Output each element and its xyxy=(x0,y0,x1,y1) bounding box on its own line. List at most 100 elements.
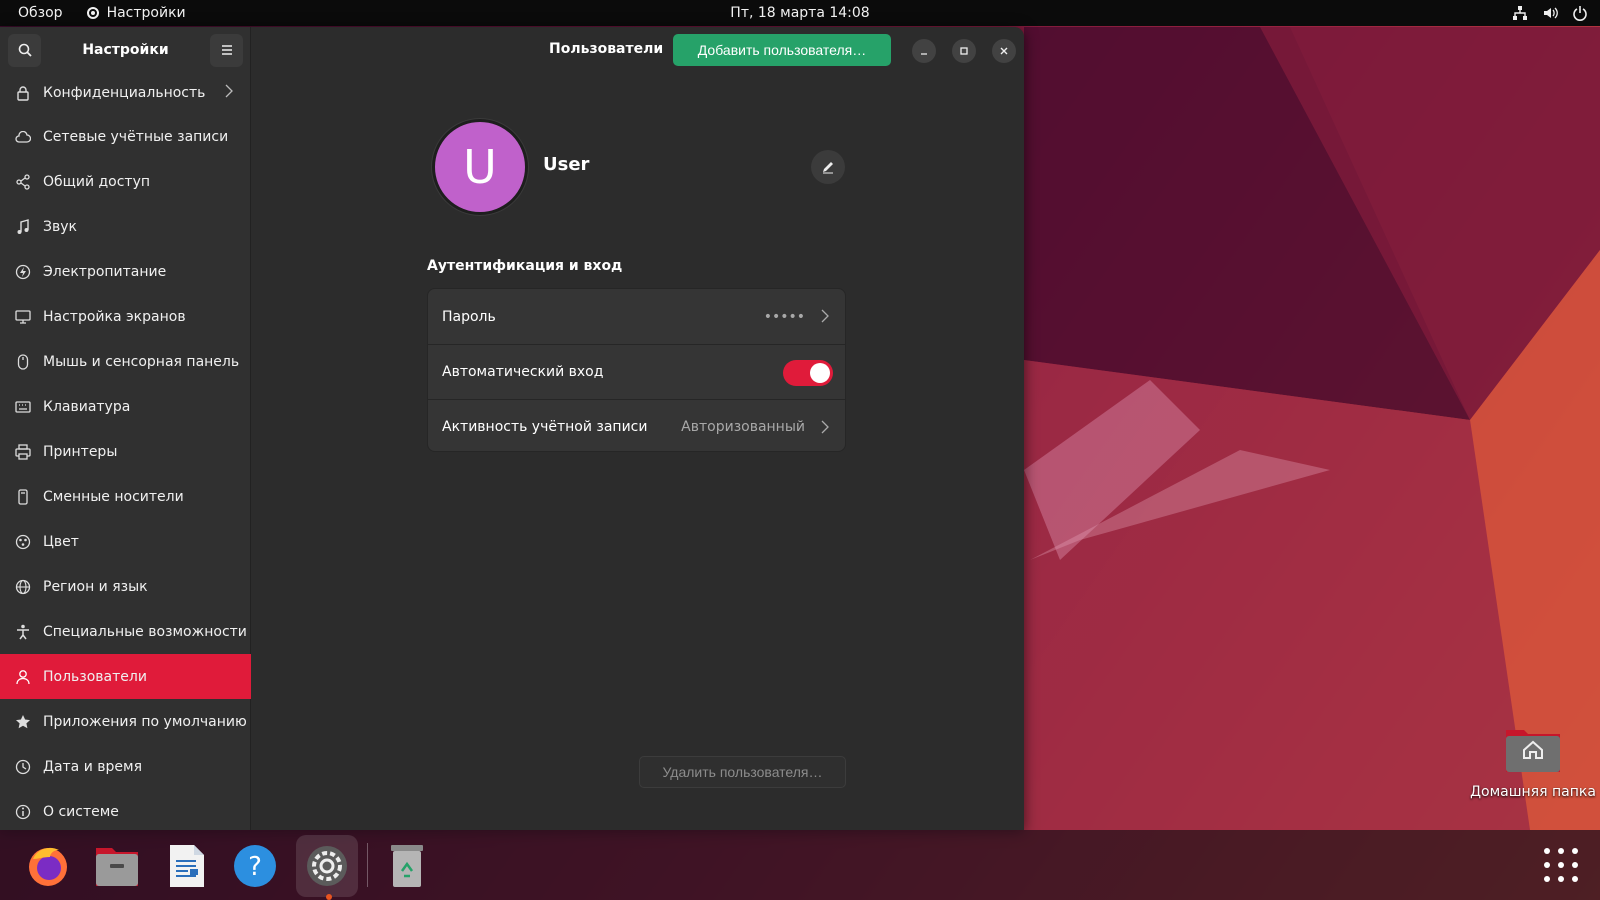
sidebar-item-users[interactable]: Пользователи xyxy=(0,654,251,699)
edit-name-button[interactable] xyxy=(811,150,845,184)
clock-icon xyxy=(14,758,32,776)
chevron-right-icon xyxy=(821,309,829,323)
lock-icon xyxy=(14,84,32,102)
sidebar-item-mouse[interactable]: Мышь и сенсорная панель xyxy=(0,339,251,384)
search-button[interactable] xyxy=(8,33,41,67)
printer-icon xyxy=(14,443,32,461)
maximize-button[interactable] xyxy=(952,39,976,63)
settings-icon xyxy=(307,846,347,886)
sidebar-item-date-time[interactable]: Дата и время xyxy=(0,744,251,789)
autologin-label: Автоматический вход xyxy=(442,364,604,380)
sidebar-item-privacy[interactable]: Конфиденциальность xyxy=(0,70,251,115)
display-icon xyxy=(14,308,32,326)
avatar[interactable]: U xyxy=(432,119,528,215)
folder-home-icon xyxy=(1504,724,1562,774)
users-panel: Пользователи Добавить пользователя… U Us… xyxy=(252,27,1024,830)
sidebar-item-keyboard[interactable]: Клавиатура xyxy=(0,384,251,429)
sidebar-item-region-language[interactable]: Регион и язык xyxy=(0,564,251,609)
sidebar-item-removable-media[interactable]: Сменные носители xyxy=(0,474,251,519)
color-palette-icon xyxy=(14,533,32,551)
running-indicator xyxy=(326,894,332,900)
sidebar-item-about[interactable]: О системе xyxy=(0,789,251,830)
system-tray[interactable] xyxy=(1512,0,1588,26)
autologin-toggle[interactable] xyxy=(783,360,833,386)
sidebar-item-label: Сетевые учётные записи xyxy=(43,128,229,145)
sidebar-item-online-accounts[interactable]: Сетевые учётные записи xyxy=(0,114,251,159)
sidebar-item-accessibility[interactable]: Специальные возможности xyxy=(0,609,251,654)
password-label: Пароль xyxy=(442,308,496,325)
sidebar-item-label: Конфиденциальность xyxy=(43,84,206,101)
sidebar-header: Настройки xyxy=(0,27,251,73)
sidebar-item-label: Общий доступ xyxy=(43,173,151,190)
writer-icon xyxy=(170,845,204,887)
help-icon: ? xyxy=(234,845,276,887)
account-activity-row[interactable]: Активность учётной записи Авторизованный xyxy=(428,399,845,451)
show-apps-dot xyxy=(1544,848,1550,854)
chevron-right-icon xyxy=(225,84,233,98)
cloud-icon xyxy=(14,128,32,146)
activities-button[interactable]: Обзор xyxy=(0,0,81,26)
sidebar-item-sharing[interactable]: Общий доступ xyxy=(0,159,251,204)
settings-window: Настройки Конфиденциальность Сетевые учё… xyxy=(0,27,1024,830)
password-row[interactable]: Пароль ••••• xyxy=(428,289,845,344)
sidebar-item-label: Приложения по умолчанию xyxy=(43,713,247,730)
network-icon[interactable] xyxy=(1512,5,1528,21)
sidebar-item-sound[interactable]: Звук xyxy=(0,204,251,249)
home-folder-desktop-icon[interactable]: Домашняя папка xyxy=(1468,724,1598,800)
show-apps-dot xyxy=(1572,848,1578,854)
show-apps-dot xyxy=(1544,862,1550,868)
sidebar-item-label: Мышь и сенсорная панель xyxy=(43,353,240,370)
show-apps-dot xyxy=(1558,848,1564,854)
dock-help[interactable]: ? xyxy=(224,835,286,897)
menu-button[interactable] xyxy=(210,33,243,67)
power-bolt-icon xyxy=(14,263,32,281)
power-icon[interactable] xyxy=(1572,5,1588,21)
sidebar-item-color[interactable]: Цвет xyxy=(0,519,251,564)
show-apps-dot xyxy=(1544,876,1550,882)
auth-section-title: Аутентификация и вход xyxy=(427,258,623,274)
search-icon xyxy=(18,43,32,57)
pencil-icon xyxy=(823,162,833,174)
dock-writer[interactable] xyxy=(155,835,217,897)
password-value: ••••• xyxy=(763,308,805,325)
globe-icon xyxy=(14,578,32,596)
share-icon xyxy=(14,173,32,191)
sidebar-item-label: О системе xyxy=(43,803,119,820)
sidebar-item-displays[interactable]: Настройка экранов xyxy=(0,294,251,339)
sidebar-item-default-apps[interactable]: Приложения по умолчанию xyxy=(0,699,251,744)
maximize-icon xyxy=(960,47,968,55)
show-apps-dot xyxy=(1572,862,1578,868)
avatar-letter: U xyxy=(463,140,497,194)
delete-user-button[interactable]: Удалить пользователя… xyxy=(639,756,846,788)
sidebar-item-label: Цвет xyxy=(43,533,79,550)
sidebar-item-label: Сменные носители xyxy=(43,488,184,505)
close-icon xyxy=(1000,47,1008,55)
keyboard-icon xyxy=(14,398,32,416)
sidebar-item-label: Звук xyxy=(43,218,77,235)
removable-media-icon xyxy=(14,488,32,506)
dock-firefox[interactable] xyxy=(17,835,79,897)
volume-icon[interactable] xyxy=(1542,5,1558,21)
minimize-button[interactable] xyxy=(912,39,936,63)
clock-button[interactable]: Пт, 18 марта 14:08 xyxy=(730,5,869,21)
gear-icon xyxy=(86,7,99,19)
mouse-icon xyxy=(14,353,32,371)
sidebar-item-label: Дата и время xyxy=(43,758,142,775)
dock-trash[interactable] xyxy=(376,835,438,897)
app-menu-button[interactable]: Настройки xyxy=(81,0,190,26)
dock-settings[interactable] xyxy=(296,835,358,897)
svg-text:?: ? xyxy=(248,852,262,882)
sidebar-item-label: Принтеры xyxy=(43,443,118,460)
close-button[interactable] xyxy=(992,39,1016,63)
sidebar-item-printers[interactable]: Принтеры xyxy=(0,429,251,474)
home-folder-label: Домашняя папка xyxy=(1470,784,1596,800)
dock-files[interactable] xyxy=(86,835,148,897)
trash-icon xyxy=(391,845,423,887)
show-apps-button[interactable] xyxy=(1544,848,1578,882)
accessibility-icon xyxy=(14,623,32,641)
music-note-icon xyxy=(14,218,32,236)
page-title: Пользователи xyxy=(549,41,664,57)
sidebar-item-power[interactable]: Электропитание xyxy=(0,249,251,294)
user-name[interactable]: User xyxy=(543,154,589,175)
add-user-button[interactable]: Добавить пользователя… xyxy=(673,34,891,66)
